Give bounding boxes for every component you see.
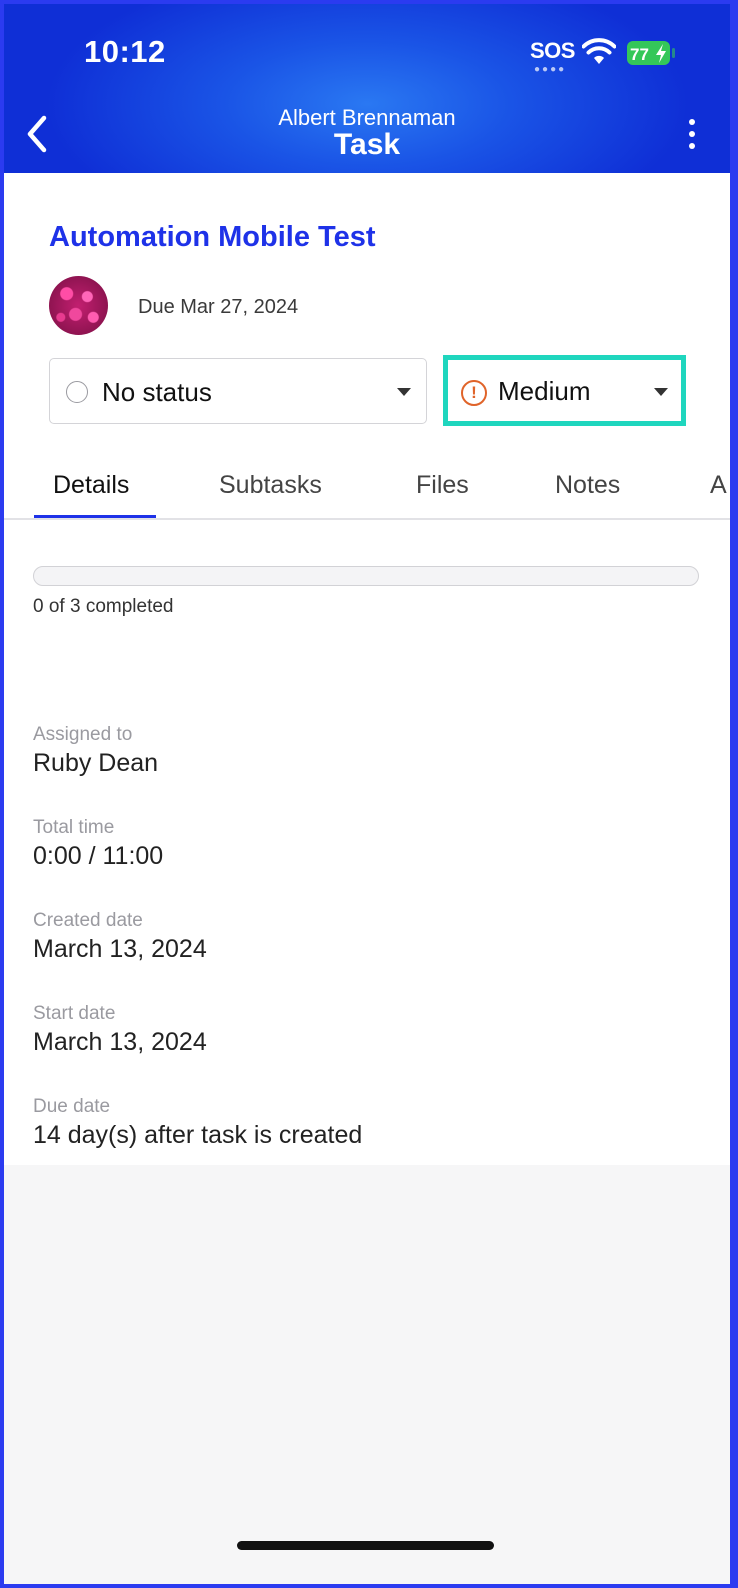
battery-level: 77 xyxy=(630,45,649,64)
task-title[interactable]: Automation Mobile Test xyxy=(49,221,376,254)
active-tab-indicator xyxy=(34,515,156,518)
start-date-value: March 13, 2024 xyxy=(33,1028,207,1056)
tab-notes[interactable]: Notes xyxy=(555,471,620,500)
created-date-label: Created date xyxy=(33,910,143,931)
page-title: Task xyxy=(333,128,401,161)
tab-details[interactable]: Details xyxy=(53,471,129,500)
status-value: No status xyxy=(102,377,212,407)
status-time: 10:12 xyxy=(84,34,166,69)
chevron-down-icon xyxy=(397,388,411,396)
task-details-panel: Automation Mobile Test Due Mar 27, 2024 … xyxy=(4,173,730,1165)
battery-icon: 77 xyxy=(627,41,675,65)
sos-indicator: SOS xyxy=(530,38,575,63)
more-dot xyxy=(689,143,695,149)
total-time-value: 0:00 / 11:00 xyxy=(33,842,164,870)
progress-text: 0 of 3 completed xyxy=(33,596,174,617)
total-time-label: Total time xyxy=(33,817,115,838)
created-date-value: March 13, 2024 xyxy=(33,935,207,963)
more-dot xyxy=(689,131,695,137)
task-due-date: Due Mar 27, 2024 xyxy=(138,296,299,318)
tab-overflow[interactable]: A xyxy=(710,471,727,500)
due-date-label: Due date xyxy=(33,1096,111,1117)
tab-bar: Details Subtasks Files Notes A xyxy=(4,453,730,520)
start-date-label: Start date xyxy=(33,1003,116,1024)
priority-dropdown[interactable]: ! Medium xyxy=(443,355,686,426)
signal-dots: ●●●● xyxy=(534,64,567,75)
chevron-down-icon xyxy=(654,388,668,396)
assignee-avatar[interactable] xyxy=(49,276,108,335)
app-header: 10:12 SOS ●●●● 77 Albert Brennaman Task xyxy=(4,4,730,173)
app-screen: 10:12 SOS ●●●● 77 Albert Brennaman Task … xyxy=(4,4,730,1584)
priority-alert-icon: ! xyxy=(461,380,487,406)
priority-value: Medium xyxy=(498,376,591,406)
due-date-value: 14 day(s) after task is created xyxy=(33,1121,363,1149)
assigned-to-value: Ruby Dean xyxy=(33,749,159,777)
status-dropdown[interactable]: No status xyxy=(49,358,427,424)
assigned-to-label: Assigned to xyxy=(33,724,133,745)
wifi-icon xyxy=(582,38,616,64)
more-dot xyxy=(689,119,695,125)
subtask-progress-bar xyxy=(33,566,699,586)
more-options-button[interactable] xyxy=(680,116,704,152)
home-indicator xyxy=(237,1541,494,1550)
tab-files[interactable]: Files xyxy=(416,471,469,500)
tab-subtasks[interactable]: Subtasks xyxy=(219,471,322,500)
status-circle-icon xyxy=(66,381,88,403)
